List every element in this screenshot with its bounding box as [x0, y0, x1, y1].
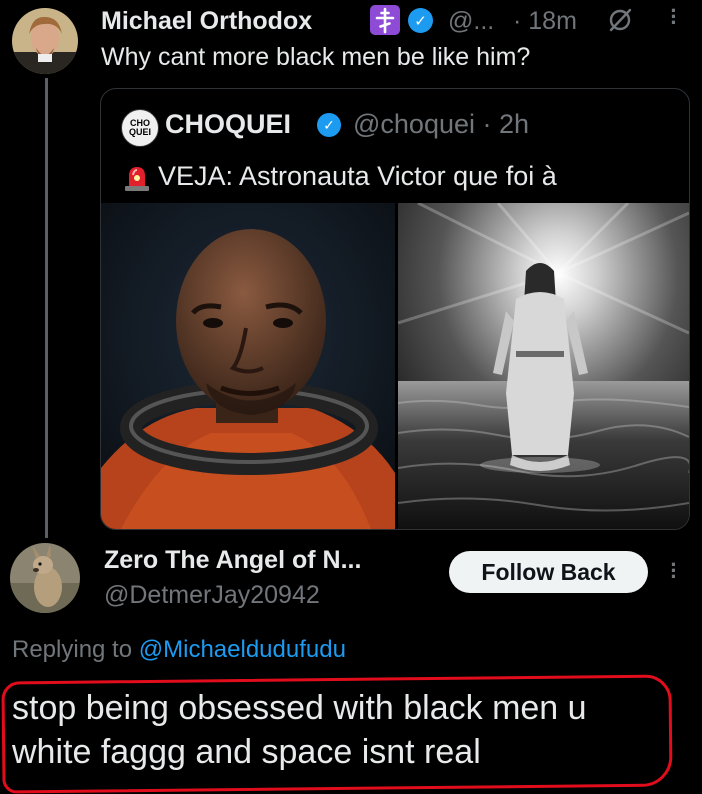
- quote-media-astronaut[interactable]: [101, 203, 395, 529]
- reply-author-name[interactable]: Zero The Angel of N...: [104, 545, 361, 575]
- verified-badge-icon: ✓: [317, 113, 341, 137]
- quoted-post-card[interactable]: CHO QUEI CHOQUEI ✓ @choquei · 2h VEJA: A…: [100, 88, 690, 530]
- quote-media-sea-figure[interactable]: [398, 203, 689, 529]
- quote-author-name[interactable]: CHOQUEI: [165, 108, 291, 140]
- siren-emoji-icon: [121, 161, 153, 193]
- astronaut-photo: [101, 203, 395, 529]
- orthodox-cross-icon: [370, 5, 400, 35]
- post-timestamp[interactable]: · 18m: [513, 6, 577, 36]
- post-author-name[interactable]: Michael Orthodox: [101, 6, 312, 36]
- grok-icon[interactable]: [607, 7, 633, 33]
- avatar-portrait-image: [12, 8, 78, 74]
- kangaroo-avatar-image: [10, 543, 80, 613]
- verified-badge-icon: ✓: [408, 8, 433, 33]
- more-options-icon[interactable]: · · ·: [666, 554, 680, 588]
- reply-author-handle[interactable]: @DetmerJay20942: [104, 580, 320, 610]
- more-options-icon[interactable]: · · ·: [666, 0, 680, 34]
- quote-text: VEJA: Astronauta Victor que foi à: [158, 161, 557, 191]
- post-author-handle[interactable]: @...: [448, 6, 494, 36]
- quote-avatar[interactable]: CHO QUEI: [121, 109, 159, 147]
- replying-to-handle-link[interactable]: @Michaeldudufudu: [139, 636, 346, 663]
- follow-back-button[interactable]: Follow Back: [449, 551, 648, 593]
- red-highlight-annotation: [1, 674, 673, 794]
- post-text: Why cant more black men be like him?: [101, 43, 531, 71]
- quote-handle-time[interactable]: @choquei · 2h: [353, 108, 529, 140]
- quote-avatar-logo: CHO QUEI: [128, 118, 151, 137]
- reply-avatar[interactable]: [10, 543, 80, 613]
- replying-to-line: Replying to @Michaeldudufudu: [12, 635, 346, 665]
- avatar[interactable]: [12, 8, 78, 74]
- thread-connector-line: [45, 78, 48, 538]
- sea-figure-photo: [398, 203, 689, 529]
- replying-to-label: Replying to: [12, 636, 133, 663]
